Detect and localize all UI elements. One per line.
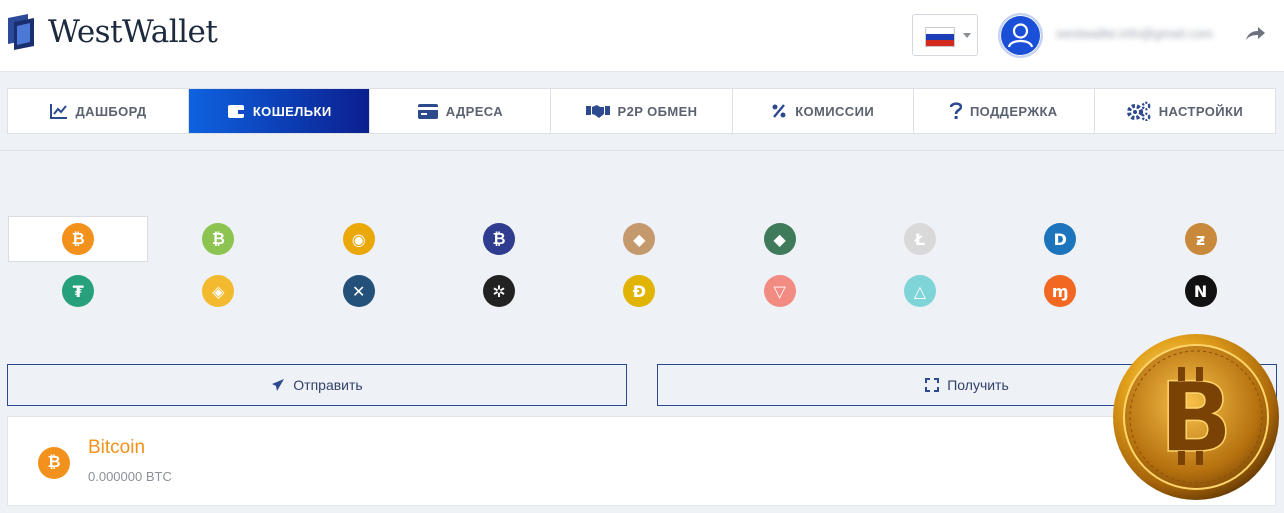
coin-option-dash[interactable]: D <box>990 216 1130 262</box>
coin-option-xmr[interactable]: ɱ <box>990 262 1130 320</box>
tab-label: НАСТРОЙКИ <box>1158 103 1244 119</box>
usdt-icon: ₮ <box>62 275 95 307</box>
send-button[interactable]: Отправить <box>7 364 627 406</box>
coin-option-near[interactable]: N <box>1130 262 1270 320</box>
coin-option-ltc[interactable]: Ł <box>850 216 990 262</box>
tab-addresses[interactable]: АДРЕСА <box>370 89 552 133</box>
tab-label: КОМИССИИ <box>795 103 875 119</box>
tab-label: ПОДДЕРЖКА <box>969 103 1058 119</box>
scan-frame-icon <box>925 378 940 392</box>
tab-label: P2P ОБМЕН <box>617 103 698 119</box>
bitcoin-icon: ₿ <box>38 447 70 479</box>
card-icon <box>417 103 438 119</box>
language-selector[interactable] <box>912 14 978 56</box>
coin-option-usdt[interactable]: ₮ <box>8 262 148 320</box>
coin-balance: 0.000000 BTC <box>88 469 172 484</box>
xlm-icon: ✲ <box>483 275 516 307</box>
russia-flag-icon <box>925 27 955 47</box>
ltc-icon: Ł <box>903 223 936 255</box>
user-icon <box>1007 23 1034 48</box>
gold-bitcoin-coin-icon: B <box>1113 334 1279 500</box>
tab-dashboard[interactable]: ДАШБОРД <box>8 89 190 133</box>
xrp-icon: ✕ <box>342 275 375 307</box>
tab-label: КОШЕЛЬКИ <box>252 103 332 119</box>
chart-line-icon <box>49 104 67 119</box>
gears-icon <box>1126 101 1151 121</box>
caret-down-icon <box>963 33 971 38</box>
coin-selector: ₿ ₿ ◉ ₿ ◆ ◆ Ł Dƶ ₮ ◈ ✕ ✲ Ð ▽ △ ɱ N <box>8 216 1270 322</box>
tab-p2p-exchange[interactable]: P2P ОБМЕН <box>551 89 733 133</box>
coin-name: Bitcoin <box>88 437 146 458</box>
coin-option-btc[interactable]: ₿ <box>8 216 149 262</box>
btg-icon: ◉ <box>342 223 375 255</box>
tab-label: АДРЕСА <box>445 103 504 119</box>
section-divider <box>0 150 1284 151</box>
coin-option-xrp[interactable]: ✕ <box>289 262 429 320</box>
main-nav: ДАШБОРД КОШЕЛЬКИ АДРЕСА P2P ОБМЕН КОМИСС… <box>7 88 1276 134</box>
coin-option-wbtc[interactable]: ₿ <box>429 216 569 262</box>
user-avatar[interactable] <box>998 13 1043 58</box>
tab-wallets[interactable]: КОШЕЛЬКИ <box>189 89 371 133</box>
coin-option-btg[interactable]: ◉ <box>289 216 429 262</box>
doge-icon: Ð <box>623 275 656 307</box>
handshake-icon <box>585 105 610 118</box>
wallet-icon <box>227 105 244 118</box>
dash-icon: D <box>1044 223 1077 255</box>
tab-settings[interactable]: НАСТРОЙКИ <box>1095 89 1275 133</box>
coin-option-etc[interactable]: ◆ <box>709 216 849 262</box>
brand-name: WestWallet <box>48 14 218 50</box>
user-email: westwallet.info@gmail.com <box>1056 26 1213 41</box>
tab-support[interactable]: ПОДДЕРЖКА <box>914 89 1095 133</box>
brand-logo[interactable]: WestWallet <box>6 14 218 50</box>
receive-label: Получить <box>947 377 1009 393</box>
near-icon: N <box>1184 275 1217 307</box>
wbtc-icon: ₿ <box>483 223 516 255</box>
etc-icon: ◆ <box>763 223 796 255</box>
btc-icon: ₿ <box>62 223 95 255</box>
bch-icon: ₿ <box>202 223 235 255</box>
percent-icon <box>772 104 786 118</box>
paper-plane-icon <box>272 379 285 391</box>
coin-option-zec[interactable]: ƶ <box>1130 216 1270 262</box>
coin-option-trx[interactable]: ▽ <box>709 262 849 320</box>
coin-option-doge[interactable]: Ð <box>569 262 709 320</box>
logout-arrow-icon[interactable] <box>1244 24 1266 44</box>
send-label: Отправить <box>293 377 363 393</box>
xmr-icon: ɱ <box>1044 275 1077 307</box>
tab-label: ДАШБОРД <box>75 103 147 119</box>
coin-option-eth[interactable]: ◆ <box>569 216 709 262</box>
eos-icon: △ <box>903 275 936 307</box>
question-icon <box>949 102 962 119</box>
coin-option-bnb[interactable]: ◈ <box>148 262 288 320</box>
eth-icon: ◆ <box>623 223 656 255</box>
zec-icon: ƶ <box>1184 223 1217 255</box>
balance-card: ₿ Bitcoin 0.000000 BTC <box>7 416 1276 506</box>
coin-option-eos[interactable]: △ <box>850 262 990 320</box>
logo-mark-icon <box>8 14 34 50</box>
tab-fees[interactable]: КОМИССИИ <box>733 89 914 133</box>
bnb-icon: ◈ <box>202 275 235 307</box>
coin-option-xlm[interactable]: ✲ <box>429 262 569 320</box>
top-header: WestWallet westwallet.info@gmail.com <box>0 0 1284 72</box>
coin-option-bch[interactable]: ₿ <box>148 216 288 262</box>
trx-icon: ▽ <box>763 275 796 307</box>
